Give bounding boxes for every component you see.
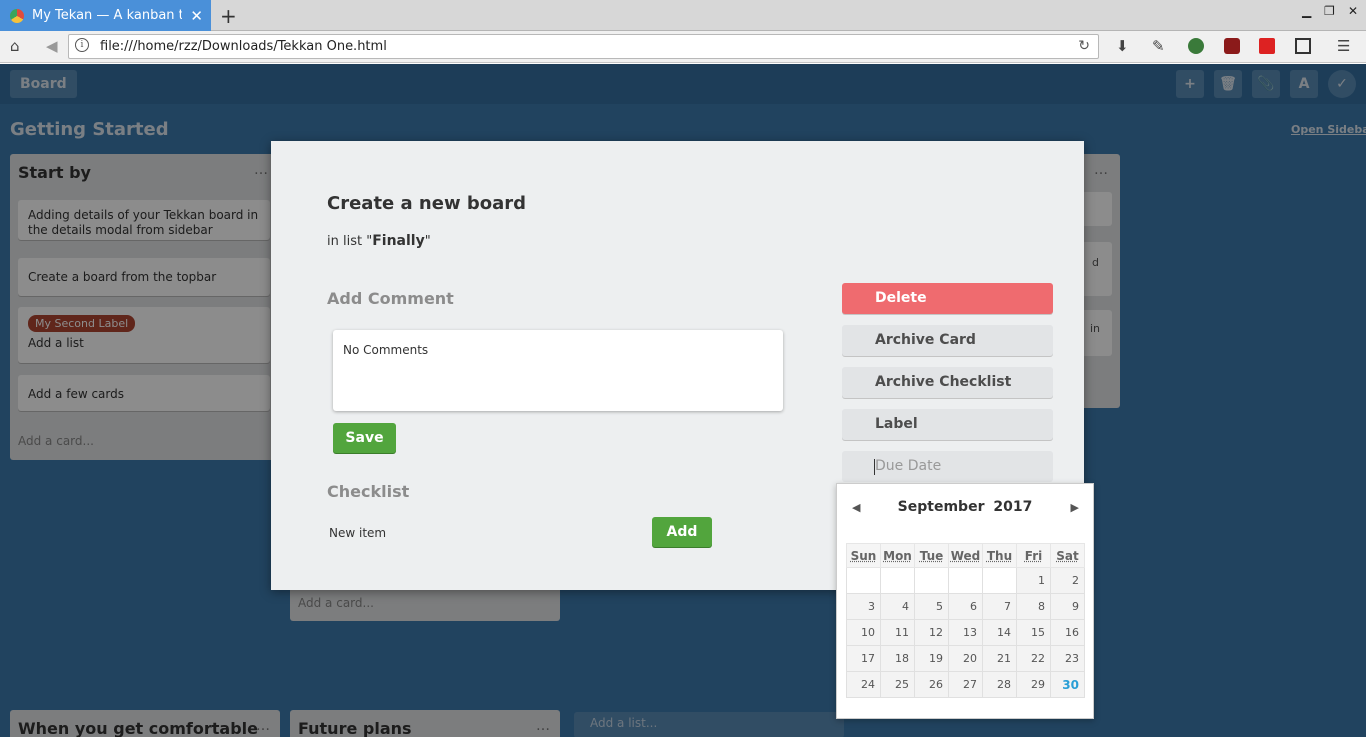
reload-icon[interactable]: ↻ (1078, 38, 1090, 54)
calendar-title: September 2017 (837, 499, 1093, 515)
weekday-header: Mon (880, 543, 915, 568)
calendar-year: 2017 (993, 499, 1033, 515)
calendar-day[interactable]: 16 (1050, 619, 1085, 646)
delete-button[interactable]: Delete (842, 283, 1053, 314)
calendar-grid: Sun Mon Tue Wed Thu Fri Sat 1 2 3 4 5 6 7 8 9 10 11 12 13 1… (846, 543, 1085, 698)
home-icon[interactable]: ⌂ (10, 37, 20, 55)
calendar-empty-cell (880, 567, 915, 594)
card-list-info: in list "Finally" (327, 233, 431, 249)
new-tab-button[interactable]: + (220, 4, 237, 28)
close-tab-icon[interactable]: ✕ (190, 7, 203, 25)
sidebar-toggle-icon[interactable] (1295, 38, 1311, 54)
save-button[interactable]: Save (333, 423, 396, 453)
calendar-empty-cell (914, 567, 949, 594)
calendar-day[interactable]: 6 (948, 593, 983, 620)
text-cursor (874, 459, 875, 475)
calendar-empty-cell (948, 567, 983, 594)
calendar-day[interactable]: 5 (914, 593, 949, 620)
weekday-header: Thu (982, 543, 1017, 568)
calendar-day[interactable]: 30 (1050, 671, 1085, 698)
archive-card-button[interactable]: Archive Card (842, 325, 1053, 356)
weekday-header: Sat (1050, 543, 1085, 568)
new-item-input[interactable]: New item (329, 526, 386, 540)
calendar-day[interactable]: 13 (948, 619, 983, 646)
weekday-header: Wed (948, 543, 983, 568)
maximize-icon[interactable]: ❐ (1324, 4, 1335, 18)
label-button[interactable]: Label (842, 409, 1053, 440)
calendar-day[interactable]: 19 (914, 645, 949, 672)
calendar-day[interactable]: 23 (1050, 645, 1085, 672)
due-date-placeholder: Due Date (875, 458, 942, 474)
checklist-heading: Checklist (327, 482, 410, 501)
weekday-header: Sun (846, 543, 881, 568)
lastpass-icon[interactable] (1259, 38, 1275, 54)
url-bar[interactable]: i file:///home/rzz/Downloads/Tekkan One.… (68, 34, 1099, 59)
calendar-day[interactable]: 1 (1016, 567, 1051, 594)
calendar-day[interactable]: 24 (846, 671, 881, 698)
due-date-input[interactable]: Due Date (842, 451, 1053, 482)
archive-checklist-button[interactable]: Archive Checklist (842, 367, 1053, 398)
browser-tab-bar: My Tekan — A kanban t ✕ + ▁ ❐ ✕ (0, 0, 1366, 31)
next-month-icon[interactable]: ▶ (1071, 501, 1079, 514)
calendar-day[interactable]: 17 (846, 645, 881, 672)
calendar-month: September (897, 499, 985, 515)
eyedropper-icon[interactable]: ✎ (1152, 37, 1165, 55)
calendar-day[interactable]: 14 (982, 619, 1017, 646)
browser-tab-active[interactable]: My Tekan — A kanban t ✕ (0, 0, 211, 31)
ublock-icon[interactable] (1224, 38, 1240, 54)
calendar-day[interactable]: 29 (1016, 671, 1051, 698)
calendar-empty-cell (982, 567, 1017, 594)
back-icon[interactable]: ◀ (46, 37, 58, 55)
calendar-day[interactable]: 3 (846, 593, 881, 620)
calendar-day[interactable]: 12 (914, 619, 949, 646)
close-window-icon[interactable]: ✕ (1348, 4, 1358, 18)
calendar-day[interactable]: 8 (1016, 593, 1051, 620)
info-icon[interactable]: i (75, 38, 89, 52)
favicon-icon (10, 8, 24, 23)
card-title[interactable]: Create a new board (327, 193, 526, 214)
calendar-day[interactable]: 11 (880, 619, 915, 646)
extension-icon[interactable] (1188, 38, 1204, 54)
calendar-day[interactable]: 2 (1050, 567, 1085, 594)
add-comment-heading: Add Comment (327, 289, 454, 308)
add-checklist-item-button[interactable]: Add (652, 517, 712, 547)
calendar-day[interactable]: 28 (982, 671, 1017, 698)
calendar-day[interactable]: 22 (1016, 645, 1051, 672)
weekday-header: Tue (914, 543, 949, 568)
minimize-icon[interactable]: ▁ (1302, 4, 1311, 18)
menu-icon[interactable]: ☰ (1337, 37, 1350, 55)
calendar-day[interactable]: 9 (1050, 593, 1085, 620)
calendar-day[interactable]: 18 (880, 645, 915, 672)
calendar-day[interactable]: 15 (1016, 619, 1051, 646)
comment-textarea[interactable]: No Comments (333, 330, 783, 411)
list-name: Finally (372, 233, 425, 249)
url-text: file:///home/rzz/Downloads/Tekkan One.ht… (100, 39, 387, 54)
calendar-day[interactable]: 10 (846, 619, 881, 646)
calendar-day[interactable]: 20 (948, 645, 983, 672)
calendar-day[interactable]: 4 (880, 593, 915, 620)
calendar-day[interactable]: 27 (948, 671, 983, 698)
calendar-day[interactable]: 7 (982, 593, 1017, 620)
calendar-empty-cell (846, 567, 881, 594)
calendar-day[interactable]: 26 (914, 671, 949, 698)
weekday-header: Fri (1016, 543, 1051, 568)
tab-title: My Tekan — A kanban t (32, 8, 182, 23)
date-picker: ◀ September 2017 ▶ Sun Mon Tue Wed Thu Fri Sat… (836, 483, 1094, 719)
download-icon[interactable]: ⬇ (1116, 37, 1129, 55)
calendar-day[interactable]: 21 (982, 645, 1017, 672)
browser-nav-bar: ⌂ ◀ i file:///home/rzz/Downloads/Tekkan … (0, 31, 1366, 63)
calendar-day[interactable]: 25 (880, 671, 915, 698)
